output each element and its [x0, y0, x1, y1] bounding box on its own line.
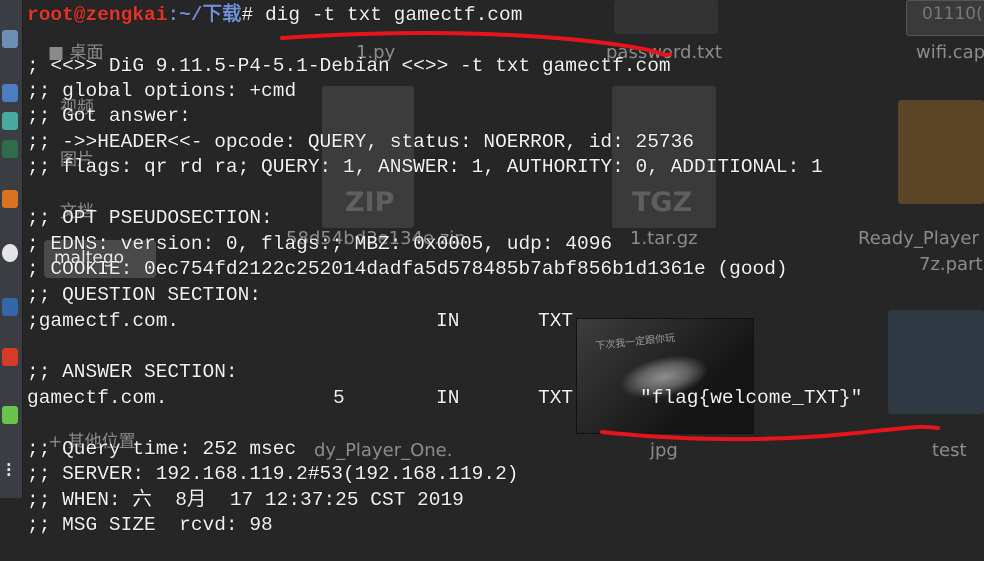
show-apps-icon[interactable]: · · · [4, 457, 14, 483]
prompt-user: root@zengkai [27, 4, 168, 26]
text-file-icon[interactable] [614, 0, 718, 34]
files-app-icon[interactable] [2, 30, 18, 48]
answer-type: TXT [538, 387, 574, 409]
output-line: ;; OPT PSEUDOSECTION: [27, 207, 273, 229]
thumbnail-caption: 下次我一定跟你玩 [594, 332, 676, 353]
terminal-app-icon[interactable] [2, 140, 18, 158]
output-line: ;; flags: qr rd ra; QUERY: 1, ANSWER: 1,… [27, 156, 823, 178]
question-name: ;gamectf.com. [27, 310, 180, 332]
browser-app-icon[interactable] [2, 84, 18, 102]
output-line: ;; QUESTION SECTION: [27, 284, 262, 306]
question-class: IN [436, 310, 460, 332]
when-line: ;; WHEN: 六 8月 17 12:37:25 CST 2019 [27, 489, 464, 511]
output-line: ; COOKIE: 0ec754fd2122c252014dadfa5d5784… [27, 258, 788, 280]
file-label: Ready_Player [858, 228, 979, 249]
answer-name: gamectf.com. [27, 387, 168, 409]
question-type: TXT [538, 310, 574, 332]
query-time-line: ;; Query time: 252 msec [27, 438, 297, 460]
app-icon[interactable] [2, 112, 18, 130]
output-line: ;; global options: +cmd [27, 80, 297, 102]
answer-section-header: ;; ANSWER SECTION: [27, 361, 238, 383]
file-label: jpg [650, 440, 678, 461]
answer-ttl: 5 [333, 387, 345, 409]
output-line: ;; ->>HEADER<<- opcode: QUERY, status: N… [27, 131, 695, 153]
zip-ext-label: ZIP [345, 187, 395, 218]
burp-app-icon[interactable] [2, 348, 18, 366]
file-label: test [932, 440, 967, 461]
output-line: ; EDNS: version: 0, flags:; MBZ: 0x0005,… [27, 233, 613, 255]
file-label: wifi.cap [916, 42, 984, 63]
dock: · · · [0, 0, 23, 498]
answer-class: IN [436, 387, 460, 409]
notes-app-icon[interactable] [2, 406, 18, 424]
image-thumbnail[interactable]: 下次我一定跟你玩 [576, 318, 754, 434]
prompt-path: :~/下载 [167, 4, 242, 26]
server-line: ;; SERVER: 192.168.119.2#53(192.168.119.… [27, 463, 519, 485]
prompt-symbol: # [241, 4, 265, 26]
file-label: 7z.part [919, 254, 983, 275]
answer-txt-value: "flag{welcome_TXT}" [640, 387, 863, 409]
command-text: dig -t txt gamectf.com [264, 4, 523, 26]
binary-preview-text: 01110( [922, 4, 983, 24]
tgz-ext-label: TGZ [632, 187, 693, 218]
file-label: dy_Player_One. [314, 440, 453, 461]
editor-app-icon[interactable] [2, 190, 18, 208]
msg-size-line: ;; MSG SIZE rcvd: 98 [27, 514, 273, 536]
file-label: 1.tar.gz [630, 228, 698, 249]
folder-icon[interactable] [888, 310, 984, 414]
command-prompt-line: root@zengkai:~/下载# dig -t txt gamectf.co… [27, 3, 522, 27]
output-line: ;; Got answer: [27, 105, 191, 127]
output-line: ; <<>> DiG 9.11.5-P4-5.1-Debian <<>> -t … [27, 55, 671, 77]
chrome-app-icon[interactable] [2, 244, 18, 262]
archive-file-icon[interactable] [898, 100, 984, 204]
app-icon[interactable] [2, 298, 18, 316]
